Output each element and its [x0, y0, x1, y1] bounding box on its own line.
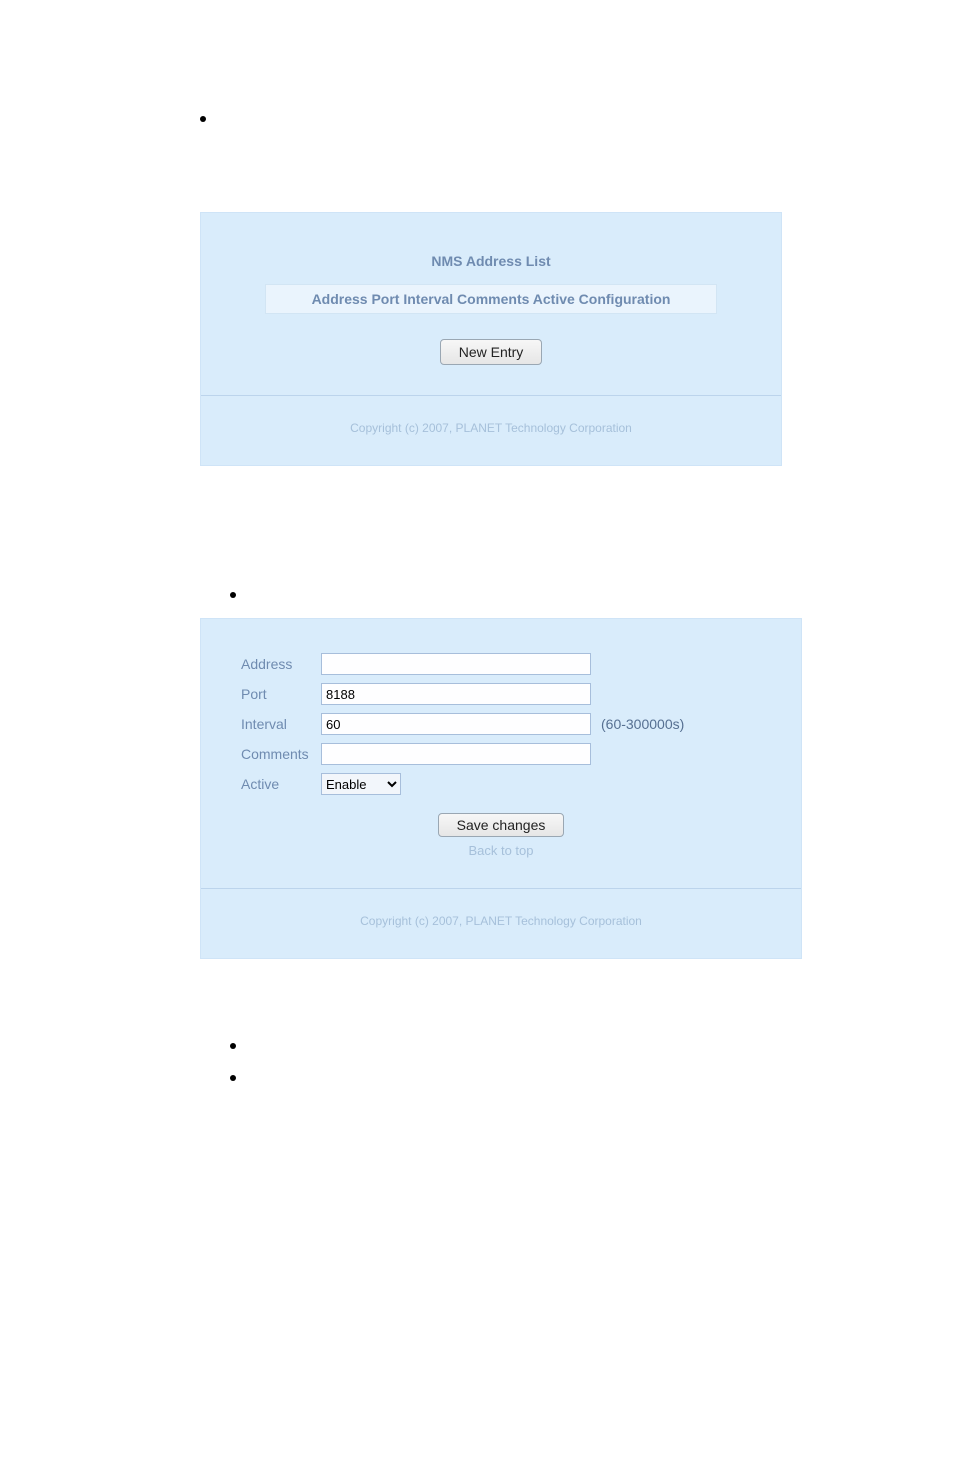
port-input[interactable] [321, 683, 591, 705]
interval-suffix: (60-300000s) [601, 716, 684, 732]
interval-label: Interval [241, 716, 321, 732]
bullet-dot-icon [230, 592, 236, 598]
active-select[interactable]: Enable [321, 773, 401, 795]
form-row-active: Active Enable [201, 769, 801, 799]
address-input[interactable] [321, 653, 591, 675]
nms-address-list-panel: NMS Address List Address Port Interval C… [200, 212, 782, 466]
bullet-dot-icon [200, 116, 206, 122]
bullet-dot-icon [230, 1075, 236, 1081]
new-entry-button[interactable]: New Entry [440, 339, 543, 365]
entry-form-panel: Address Port Interval (60-300000s) Comme… [200, 618, 802, 959]
copyright-text: Copyright (c) 2007, PLANET Technology Co… [201, 395, 781, 465]
bullet-item [230, 1069, 894, 1081]
comments-input[interactable] [321, 743, 591, 765]
comments-label: Comments [241, 746, 321, 762]
panel-title: NMS Address List [221, 253, 761, 269]
back-to-top-link[interactable]: Back to top [201, 843, 801, 858]
bullet-item [230, 1037, 894, 1049]
form-row-comments: Comments [201, 739, 801, 769]
form-row-interval: Interval (60-300000s) [201, 709, 801, 739]
bullet-dot-icon [230, 1043, 236, 1049]
bullet-item [200, 110, 894, 122]
bullet-item [230, 586, 894, 598]
copyright-text: Copyright (c) 2007, PLANET Technology Co… [201, 888, 801, 958]
table-header-row: Address Port Interval Comments Active Co… [265, 284, 717, 314]
save-changes-button[interactable]: Save changes [438, 813, 565, 837]
active-label: Active [241, 776, 321, 792]
address-label: Address [241, 656, 321, 672]
form-row-port: Port [201, 679, 801, 709]
interval-input[interactable] [321, 713, 591, 735]
form-row-address: Address [201, 649, 801, 679]
port-label: Port [241, 686, 321, 702]
